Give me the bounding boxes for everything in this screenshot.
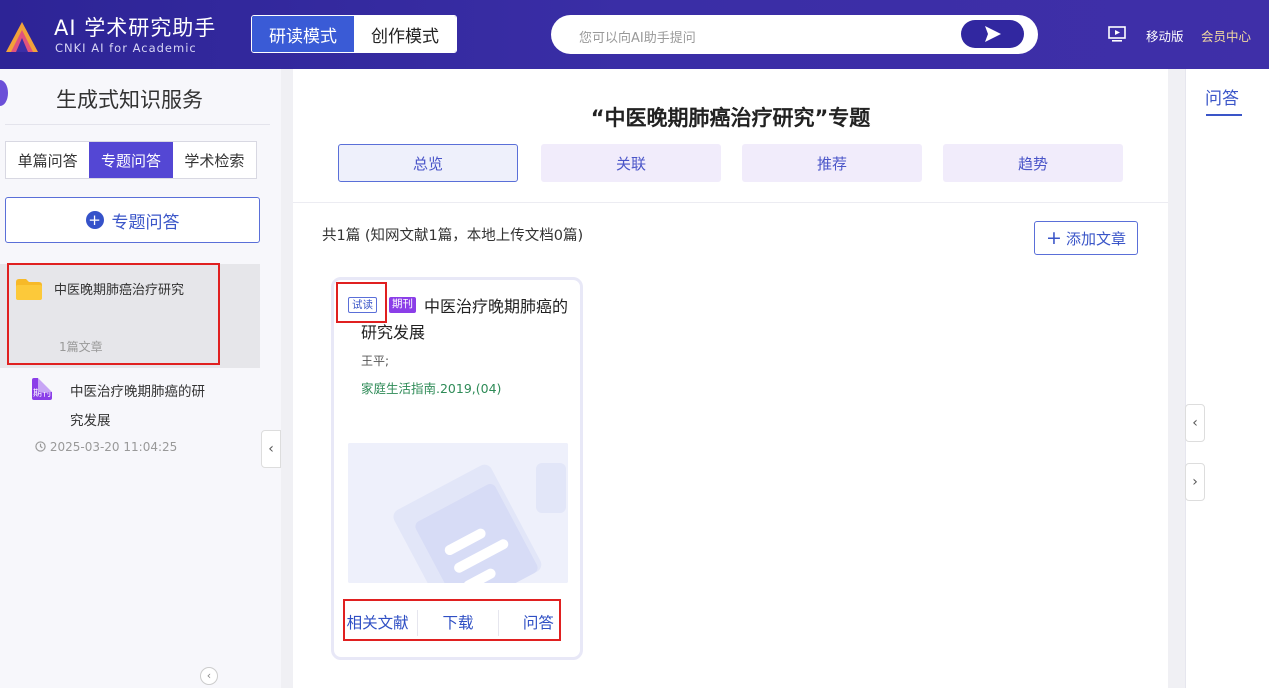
search-placeholder: 您可以向AI助手提问 [579,31,696,46]
sidebar-title: 生成式知识服务 [56,88,203,112]
highlight-box-trial [336,282,387,323]
tab-topic-qa[interactable]: 专题问答 [89,142,173,178]
highlight-box-topic [7,263,220,365]
mobile-link[interactable]: 移动版 [1146,26,1184,45]
send-button[interactable] [961,20,1024,48]
monitor-icon[interactable] [1108,26,1126,42]
top-bar: AI 学术研究助手 CNKI AI for Academic 研读模式 创作模式… [0,0,1269,69]
add-article-button[interactable]: + 添加文章 [1034,221,1138,255]
article-source[interactable]: 家庭生活指南.2019,(04) [361,378,501,397]
article-author: 王平; [361,354,390,368]
right-gutter [1168,69,1185,688]
add-topic-button[interactable]: + 专题问答 [5,197,260,243]
page-title: “中医晚期肺癌治疗研究”专题 [590,106,871,130]
plus-icon: + [1046,226,1062,249]
divider [293,202,1168,203]
plus-circle-icon: + [85,211,104,229]
tab-single-qa[interactable]: 单篇问答 [6,142,89,178]
left-divider [281,69,293,688]
expand-right-button[interactable]: › [1185,463,1205,501]
mode-create-button[interactable]: 创作模式 [354,16,456,52]
app-title: AI 学术研究助手 [54,16,217,40]
document-illustration-icon [348,443,568,583]
tab-trend[interactable]: 趋势 [943,144,1123,182]
ai-search-input[interactable]: 您可以向AI助手提问 [551,15,1038,54]
add-article-label: 添加文章 [1065,229,1126,248]
article-summary: 共1篇 (知网文献1篇，本地上传文档0篇) [322,228,584,244]
member-center-link[interactable]: 会员中心 [1201,26,1251,45]
collapse-sidebar-button[interactable]: ‹ [261,430,281,468]
clock-icon [35,441,46,452]
right-panel [1185,69,1269,688]
article-thumbnail [348,443,568,583]
tab-relation[interactable]: 关联 [541,144,721,182]
tab-qa[interactable]: 问答 [1205,84,1239,109]
tab-underline [1206,114,1242,116]
tab-academic-search[interactable]: 学术检索 [173,142,256,178]
expand-left-button[interactable]: ‹ [1185,404,1205,442]
send-icon [985,26,1001,42]
tab-recommend[interactable]: 推荐 [742,144,922,182]
doc-timestamp: 2025-03-20 11:04:25 [35,440,177,454]
divider [5,124,270,125]
sidebar-tabs: 单篇问答 专题问答 学术检索 [5,141,257,179]
mode-read-button[interactable]: 研读模式 [252,16,354,52]
add-topic-label: 专题问答 [111,212,180,233]
journal-doc-icon: 期刊 [32,378,52,400]
doc-list-item[interactable]: 中医治疗晚期肺癌的研究发展 [70,378,210,436]
mode-switch: 研读模式 创作模式 [251,15,457,53]
logo-icon [6,22,38,52]
highlight-box-actions [343,599,561,641]
chevron-left-icon[interactable]: ‹ [200,667,218,685]
tab-overview[interactable]: 总览 [338,144,518,182]
app-subtitle: CNKI AI for Academic [55,41,197,55]
journal-tag: 期刊 [389,297,416,313]
